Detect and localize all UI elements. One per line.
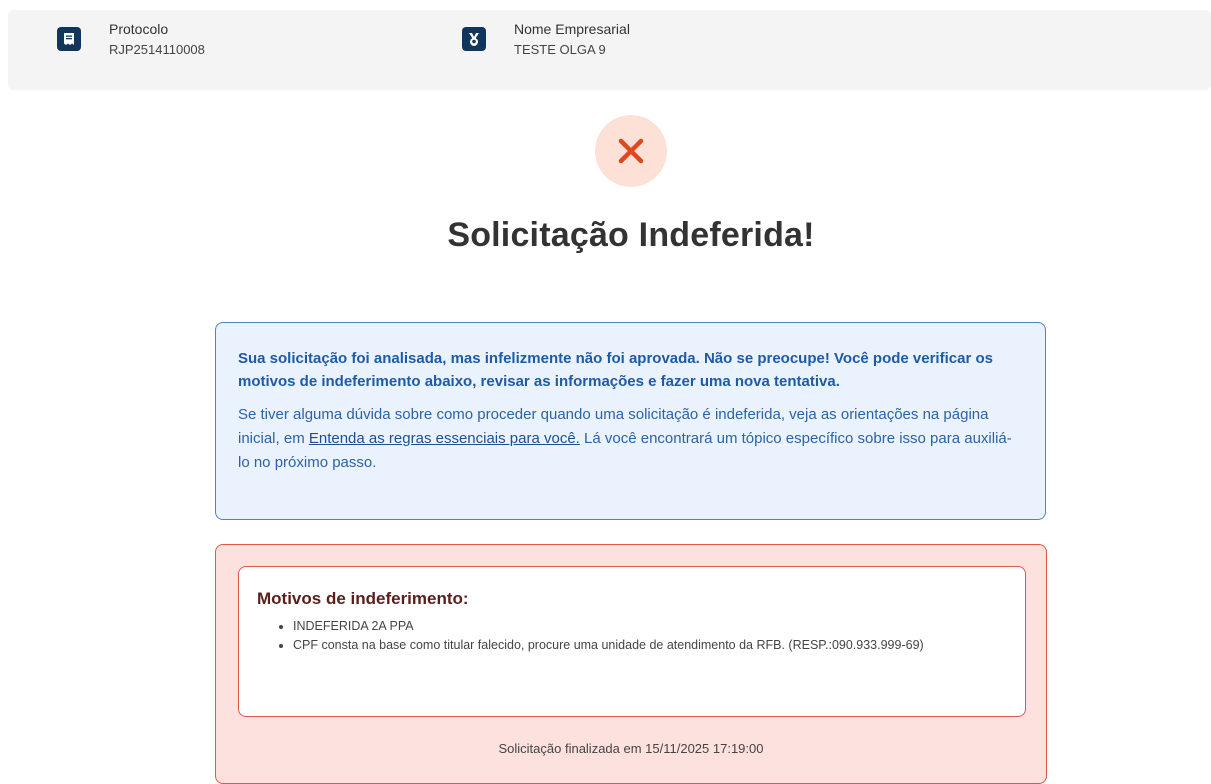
- list-item: INDEFERIDA 2A PPA: [293, 617, 1007, 636]
- essential-rules-link[interactable]: Entenda as regras essenciais para você.: [309, 430, 580, 447]
- badge-icon: [462, 27, 486, 51]
- reasons-list: INDEFERIDA 2A PPA CPF consta na base com…: [257, 617, 1007, 655]
- info-box: Sua solicitação foi analisada, mas infel…: [215, 322, 1046, 520]
- rejection-reasons-card: Motivos de indeferimento: INDEFERIDA 2A …: [238, 566, 1026, 717]
- close-icon: [618, 138, 644, 164]
- nome-empresarial-info: Nome Empresarial TESTE OLGA 9: [462, 20, 630, 59]
- status-title: Solicitação Indeferida!: [447, 216, 815, 254]
- protocolo-info: Protocolo RJP2514110008: [57, 20, 205, 59]
- nome-empresarial-value: TESTE OLGA 9: [514, 42, 606, 57]
- reasons-title: Motivos de indeferimento:: [257, 589, 469, 608]
- info-body-text: Se tiver alguma dúvida sobre como proced…: [238, 403, 1023, 475]
- status-icon-circle: [595, 115, 667, 187]
- document-icon: [57, 27, 81, 51]
- nome-empresarial-label: Nome Empresarial: [514, 21, 630, 37]
- finalized-timestamp: Solicitação finalizada em 15/11/2025 17:…: [498, 741, 764, 756]
- protocolo-label: Protocolo: [109, 21, 169, 37]
- rejection-panel: Motivos de indeferimento: INDEFERIDA 2A …: [215, 544, 1047, 784]
- list-item: CPF consta na base como titular falecido…: [293, 636, 1007, 655]
- info-lead-text: Sua solicitação foi analisada, mas infel…: [238, 350, 993, 390]
- protocolo-value: RJP2514110008: [109, 42, 205, 57]
